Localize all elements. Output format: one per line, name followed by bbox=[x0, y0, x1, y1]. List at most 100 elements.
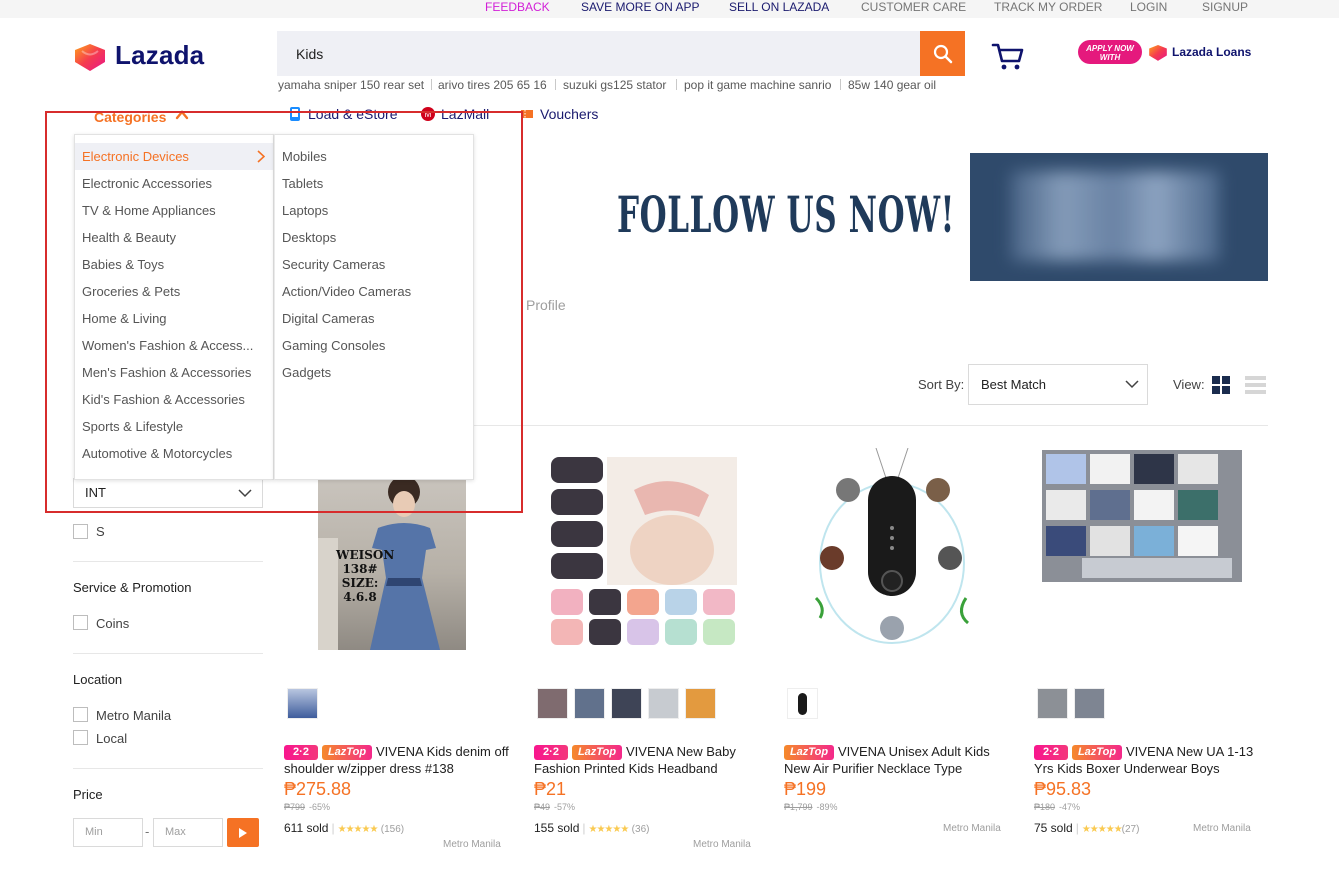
search-suggestion[interactable]: pop it game machine sanrio bbox=[684, 78, 831, 92]
search-suggestion[interactable]: 85w 140 gear oil bbox=[848, 78, 936, 92]
product-title[interactable]: 2·2 LazTop VIVENA Kids denim off shoulder … bbox=[284, 743, 509, 779]
search-suggestion[interactable]: yamaha sniper 150 rear set bbox=[278, 78, 424, 92]
logo-text: Lazada bbox=[115, 40, 205, 70]
product-image[interactable] bbox=[1042, 450, 1242, 582]
category-item[interactable]: Electronic Accessories bbox=[75, 170, 273, 197]
subcategory-item[interactable]: Laptops bbox=[275, 197, 473, 224]
thumbnail[interactable] bbox=[1037, 688, 1068, 719]
sort-select[interactable]: Best Match bbox=[968, 364, 1148, 405]
product-title[interactable]: 2·2 LazTop VIVENA New Baby Fashion Printed… bbox=[534, 743, 759, 779]
price-max-input[interactable]: Max bbox=[153, 818, 223, 847]
thumbnail[interactable] bbox=[287, 688, 318, 719]
product-image[interactable] bbox=[549, 455, 737, 647]
star-rating-icon: ★★★★★ bbox=[588, 824, 630, 835]
metro-manila-checkbox[interactable] bbox=[73, 707, 88, 722]
thumbnail[interactable] bbox=[611, 688, 642, 719]
track-order-link[interactable]: TRACK MY ORDER bbox=[994, 0, 1102, 14]
original-price: ₱799 bbox=[284, 802, 306, 812]
size-s-checkbox[interactable] bbox=[73, 524, 88, 539]
save-more-link[interactable]: SAVE MORE ON APP bbox=[581, 0, 699, 14]
thumbnail[interactable] bbox=[648, 688, 679, 719]
top-bar: FEEDBACK SAVE MORE ON APP SELL ON LAZADA… bbox=[0, 0, 1339, 18]
product-title[interactable]: LazTop VIVENA Unisex Adult Kids New Air P… bbox=[784, 743, 1009, 779]
category-item[interactable]: Kid's Fashion & Accessories bbox=[75, 386, 273, 413]
vouchers-link[interactable]: Vouchers bbox=[520, 106, 598, 122]
cart-button[interactable] bbox=[991, 42, 1025, 77]
grid-view-icon[interactable] bbox=[1212, 376, 1230, 394]
subcategory-item[interactable]: Digital Cameras bbox=[275, 305, 473, 332]
local-checkbox[interactable] bbox=[73, 730, 88, 745]
lazmall-link[interactable]: M LazMall bbox=[421, 106, 489, 122]
headband-illustration bbox=[551, 457, 737, 645]
size-select[interactable]: INT bbox=[73, 478, 263, 508]
category-item[interactable]: Sports & Lifestyle bbox=[75, 413, 273, 440]
price-apply-button[interactable] bbox=[227, 818, 259, 847]
category-item[interactable]: TV & Home Appliances bbox=[75, 197, 273, 224]
sell-on-lazada-link[interactable]: SELL ON LAZADA bbox=[729, 0, 829, 14]
thumbnail[interactable] bbox=[685, 688, 716, 719]
chevron-right-icon bbox=[257, 150, 265, 163]
subcategory-item[interactable]: Mobiles bbox=[275, 143, 473, 170]
product-image[interactable] bbox=[806, 448, 978, 650]
divider bbox=[431, 79, 432, 90]
search-icon bbox=[933, 44, 952, 63]
divider bbox=[73, 768, 263, 769]
thumbnail[interactable] bbox=[574, 688, 605, 719]
product-original-price: ₱180 -47% bbox=[1034, 802, 1080, 812]
thumbnail[interactable] bbox=[787, 688, 818, 719]
sold-count: 155 sold bbox=[534, 821, 580, 835]
search-suggestion[interactable]: suzuki gs125 stator bbox=[563, 78, 666, 92]
login-link[interactable]: LOGIN bbox=[1130, 0, 1167, 14]
product-sold-rating: 155 sold | ★★★★★ (36) bbox=[534, 821, 650, 835]
category-item[interactable]: Women's Fashion & Access... bbox=[75, 332, 273, 359]
subcategory-item[interactable]: Tablets bbox=[275, 170, 473, 197]
category-item[interactable]: Groceries & Pets bbox=[75, 278, 273, 305]
category-item[interactable]: Babies & Toys bbox=[75, 251, 273, 278]
local-label: Local bbox=[96, 731, 128, 746]
promo-2-2-badge: 2·2 bbox=[534, 745, 568, 761]
subcategory-item[interactable]: Action/Video Cameras bbox=[275, 278, 473, 305]
cart-icon bbox=[991, 43, 1024, 70]
feedback-link[interactable]: FEEDBACK bbox=[485, 0, 550, 14]
thumbnail[interactable] bbox=[1074, 688, 1105, 719]
original-price: ₱49 bbox=[534, 802, 551, 812]
thumbnail[interactable] bbox=[537, 688, 568, 719]
search-suggestion[interactable]: arivo tires 205 65 16 bbox=[438, 78, 547, 92]
product-price: ₱95.83 bbox=[1034, 779, 1092, 799]
category-item[interactable]: Automotive & Motorcycles bbox=[75, 440, 273, 467]
tab-profile[interactable]: Profile bbox=[526, 297, 566, 313]
signup-link[interactable]: SIGNUP bbox=[1202, 0, 1248, 14]
search-bar bbox=[277, 31, 920, 76]
size-selected-value: INT bbox=[85, 485, 106, 500]
search-input[interactable] bbox=[277, 31, 920, 76]
lazada-loans-promo[interactable]: APPLY NOW WITH Lazada Loans bbox=[1078, 40, 1251, 64]
category-item[interactable]: Home & Living bbox=[75, 305, 273, 332]
service-promotion-title: Service & Promotion bbox=[73, 580, 192, 595]
subcategory-item[interactable]: Gadgets bbox=[275, 359, 473, 386]
lazada-logo[interactable]: Lazada bbox=[73, 40, 204, 71]
category-item[interactable]: Health & Beauty bbox=[75, 224, 273, 251]
category-menu: Electronic Devices Electronic Accessorie… bbox=[74, 134, 274, 480]
subcategory-item[interactable]: Gaming Consoles bbox=[275, 332, 473, 359]
load-estore-label: Load & eStore bbox=[308, 106, 398, 122]
chevron-up-icon[interactable] bbox=[175, 109, 189, 121]
customer-care-link[interactable]: CUSTOMER CARE bbox=[861, 0, 966, 14]
discount: -89% bbox=[816, 802, 838, 812]
product-image[interactable]: WEISON 138# SIZE: 4.6.8 bbox=[318, 478, 466, 650]
categories-button[interactable]: Categories bbox=[94, 109, 166, 125]
product-sold-rating: 611 sold | ★★★★★ (156) bbox=[284, 821, 405, 835]
subcategory-item[interactable]: Security Cameras bbox=[275, 251, 473, 278]
lazmall-label: LazMall bbox=[441, 106, 490, 122]
price-min-input[interactable]: Min bbox=[73, 818, 143, 847]
product-title[interactable]: 2·2 LazTop VIVENA New UA 1-13 Yrs Kids Box… bbox=[1034, 743, 1259, 779]
list-view-icon[interactable] bbox=[1245, 376, 1266, 394]
search-button[interactable] bbox=[920, 31, 965, 76]
load-estore-link[interactable]: Load & eStore bbox=[288, 106, 398, 122]
apply-now-badge: APPLY NOW WITH bbox=[1078, 40, 1142, 64]
promo-2-2-badge: 2·2 bbox=[284, 745, 318, 761]
coins-checkbox[interactable] bbox=[73, 615, 88, 630]
subcategory-item[interactable]: Desktops bbox=[275, 224, 473, 251]
category-item[interactable]: Men's Fashion & Accessories bbox=[75, 359, 273, 386]
category-item-electronic-devices[interactable]: Electronic Devices bbox=[75, 143, 273, 170]
product-thumbnails bbox=[1037, 688, 1111, 719]
